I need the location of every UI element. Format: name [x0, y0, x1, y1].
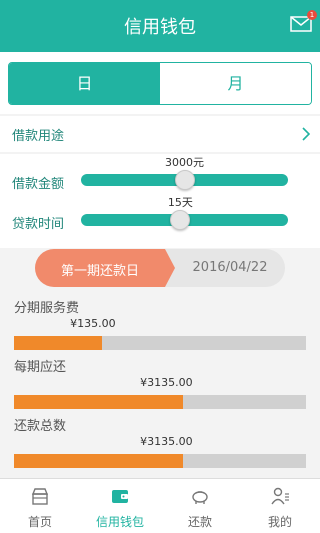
amount-label: 借款金额: [12, 177, 65, 192]
home-icon: [31, 488, 49, 505]
service-fee-amount: ¥135.00: [70, 317, 116, 330]
per-period-section: 每期应还 ¥3135.00: [0, 356, 320, 412]
tab-wallet-label: 信用钱包: [95, 515, 144, 529]
term-label: 贷款时间: [12, 217, 65, 232]
tab-mine[interactable]: 我的: [240, 479, 320, 533]
tab-day[interactable]: 日: [9, 63, 160, 104]
per-period-bar: [14, 395, 306, 409]
service-fee-label: 分期服务费: [14, 301, 80, 316]
first-repayment-label: 第一期还款日: [60, 264, 139, 279]
amount-value: 3000元: [165, 156, 204, 169]
piggy-bank-icon: [192, 491, 208, 504]
term-value: 15天: [167, 196, 193, 209]
tab-mine-label: 我的: [267, 515, 292, 529]
tab-month[interactable]: 月: [160, 63, 311, 104]
term-slider-handle[interactable]: [170, 210, 191, 230]
tab-home[interactable]: 首页: [0, 479, 80, 533]
amount-slider-handle[interactable]: [174, 170, 195, 190]
loan-purpose-label: 借款用途: [12, 129, 65, 144]
wallet-icon: [112, 490, 128, 503]
period-switch-panel: 日 月: [0, 52, 320, 114]
total-repayment-amount: ¥3135.00: [140, 435, 193, 448]
tab-repay[interactable]: 还款: [160, 479, 240, 533]
total-repayment-bar-fill: [14, 454, 184, 468]
notification-badge: 1: [307, 10, 317, 20]
term-slider-row: 贷款时间 15天: [0, 194, 320, 232]
app-header: 信用钱包 1: [0, 0, 320, 52]
page-title: 信用钱包: [124, 17, 196, 38]
total-repayment-label: 还款总数: [14, 419, 67, 434]
first-repayment-tag: 第一期还款日: [35, 249, 175, 287]
per-period-label: 每期应还: [14, 360, 67, 375]
loan-purpose-row[interactable]: 借款用途: [0, 116, 320, 152]
per-period-amount: ¥3135.00: [140, 376, 193, 389]
chevron-right-icon: [302, 127, 310, 141]
repayment-date: 2016/04/22: [192, 260, 268, 275]
period-switch: 日 月: [8, 62, 312, 105]
service-fee-bar: [14, 336, 306, 350]
tab-repay-label: 还款: [187, 515, 212, 529]
amount-slider-row: 借款金额 3000元: [0, 154, 320, 192]
service-fee-section: 分期服务费 ¥135.00: [0, 297, 320, 353]
tab-wallet[interactable]: 信用钱包: [80, 479, 160, 533]
total-repayment-bar: [14, 454, 306, 468]
bottom-tab-bar: 首页 信用钱包 还款 我的: [0, 478, 320, 533]
profile-icon: [271, 487, 289, 505]
per-period-bar-fill: [14, 395, 184, 409]
total-repayment-section: 还款总数 ¥3135.00: [0, 415, 320, 471]
repayment-date-pill: 第一期还款日 2016/04/22: [35, 249, 285, 287]
slider-panel: 借款金额 3000元 贷款时间 15天: [0, 154, 320, 248]
tab-home-label: 首页: [27, 515, 52, 529]
service-fee-bar-fill: [14, 336, 102, 350]
